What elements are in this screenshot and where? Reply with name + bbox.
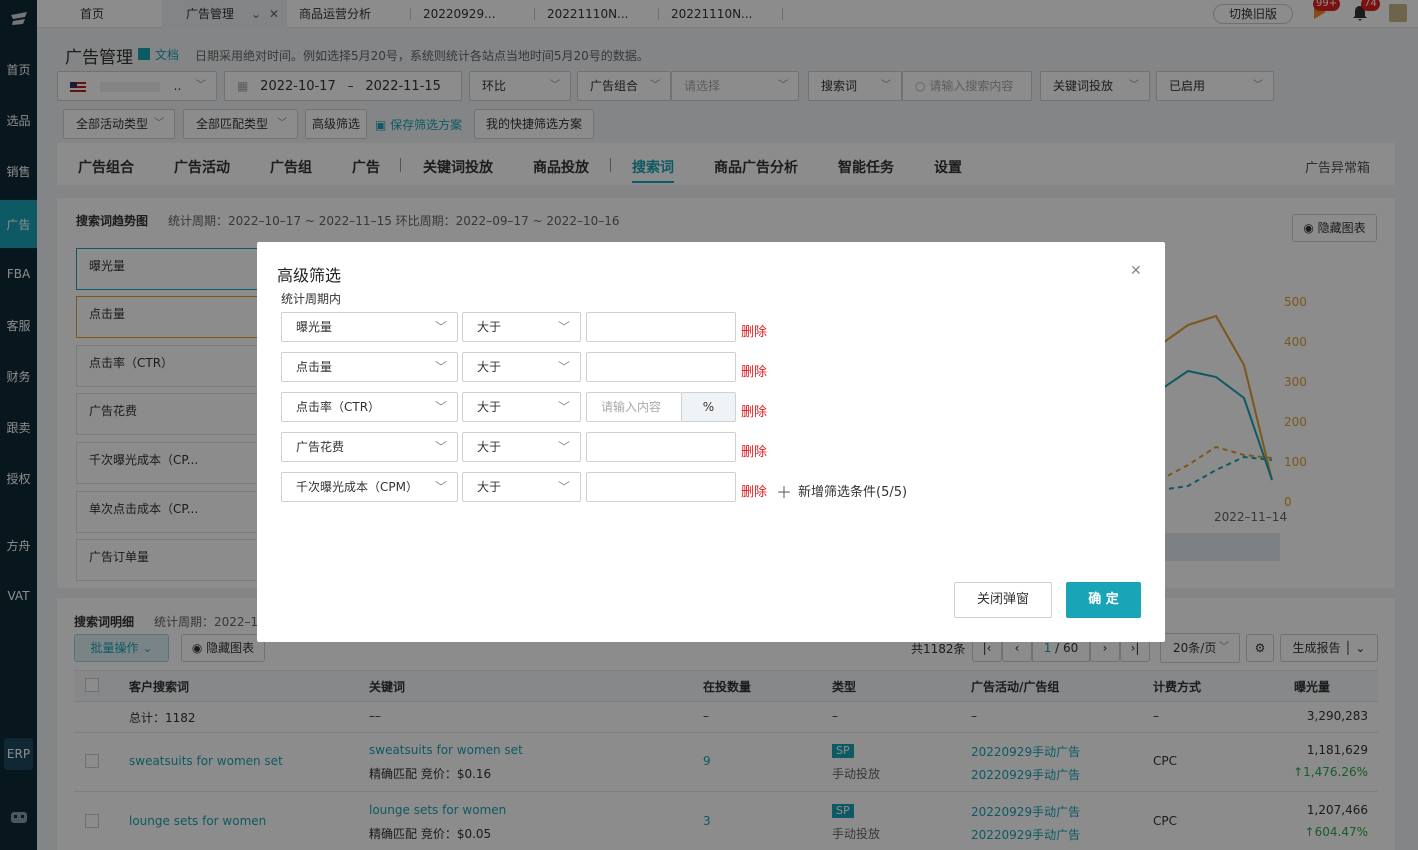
filter-field-value: 广告花费 — [296, 440, 345, 454]
chevron-down-icon: ﹀ — [557, 480, 570, 494]
filter-field-value: 曝光量 — [296, 320, 333, 334]
filter-operator-value: 大于 — [477, 440, 502, 454]
modal-title: 高级筛选 — [277, 266, 342, 285]
filter-operator-value: 大于 — [477, 400, 502, 414]
add-condition-button[interactable]: 新增筛选条件(5/5) — [798, 481, 907, 500]
filter-field-select[interactable]: 点击量 ﹀ — [281, 352, 458, 382]
delete-condition-button[interactable]: 删除 — [741, 321, 767, 340]
filter-operator-select[interactable]: 大于 ﹀ — [462, 312, 581, 342]
percent-unit: % — [681, 392, 736, 422]
filter-operator-select[interactable]: 大于 ﹀ — [462, 352, 581, 382]
chevron-down-icon: ﹀ — [557, 320, 570, 334]
filter-value-input[interactable] — [586, 312, 736, 342]
chevron-down-icon: ﹀ — [434, 440, 447, 454]
chevron-down-icon: ﹀ — [557, 400, 570, 414]
filter-field-select[interactable]: 曝光量 ﹀ — [281, 312, 458, 342]
filter-value-input[interactable] — [586, 352, 736, 382]
filter-operator-select[interactable]: 大于 ﹀ — [462, 392, 581, 422]
ctr-value-input[interactable]: 请输入内容 — [586, 392, 682, 422]
delete-condition-button[interactable]: 删除 — [741, 401, 767, 420]
delete-condition-button[interactable]: 删除 — [741, 481, 767, 500]
delete-condition-button[interactable]: 删除 — [741, 361, 767, 380]
confirm-button[interactable]: 确 定 — [1066, 582, 1141, 618]
filter-field-select[interactable]: 点击率（CTR） ﹀ — [281, 392, 458, 422]
plus-icon[interactable]: ＋ — [776, 479, 792, 503]
advanced-filter-modal: 高级筛选 ✕ 统计周期内 曝光量 ﹀ 大于 ﹀ 删除 点击量 ﹀ 大于 ﹀ 删除 点击率… — [257, 242, 1165, 642]
chevron-down-icon: ﹀ — [557, 360, 570, 374]
filter-field-select[interactable]: 广告花费 ﹀ — [281, 432, 458, 462]
close-icon[interactable]: ✕ — [1130, 263, 1142, 279]
filter-field-value: 千次曝光成本（CPM） — [296, 480, 418, 494]
filter-operator-value: 大于 — [477, 480, 502, 494]
filter-value-input[interactable] — [586, 472, 736, 502]
filter-field-value: 点击量 — [296, 360, 333, 374]
delete-condition-button[interactable]: 删除 — [741, 441, 767, 460]
modal-subtitle: 统计周期内 — [281, 292, 342, 306]
filter-operator-select[interactable]: 大于 ﹀ — [462, 472, 581, 502]
filter-field-value: 点击率（CTR） — [296, 400, 381, 414]
chevron-down-icon: ﹀ — [434, 360, 447, 374]
filter-value-input[interactable] — [586, 432, 736, 462]
filter-field-select[interactable]: 千次曝光成本（CPM） ﹀ — [281, 472, 458, 502]
chevron-down-icon: ﹀ — [434, 320, 447, 334]
filter-operator-value: 大于 — [477, 320, 502, 334]
chevron-down-icon: ﹀ — [557, 440, 570, 454]
close-modal-button[interactable]: 关闭弹窗 — [954, 582, 1052, 618]
chevron-down-icon: ﹀ — [434, 480, 447, 494]
filter-operator-value: 大于 — [477, 360, 502, 374]
filter-operator-select[interactable]: 大于 ﹀ — [462, 432, 581, 462]
chevron-down-icon: ﹀ — [434, 400, 447, 414]
